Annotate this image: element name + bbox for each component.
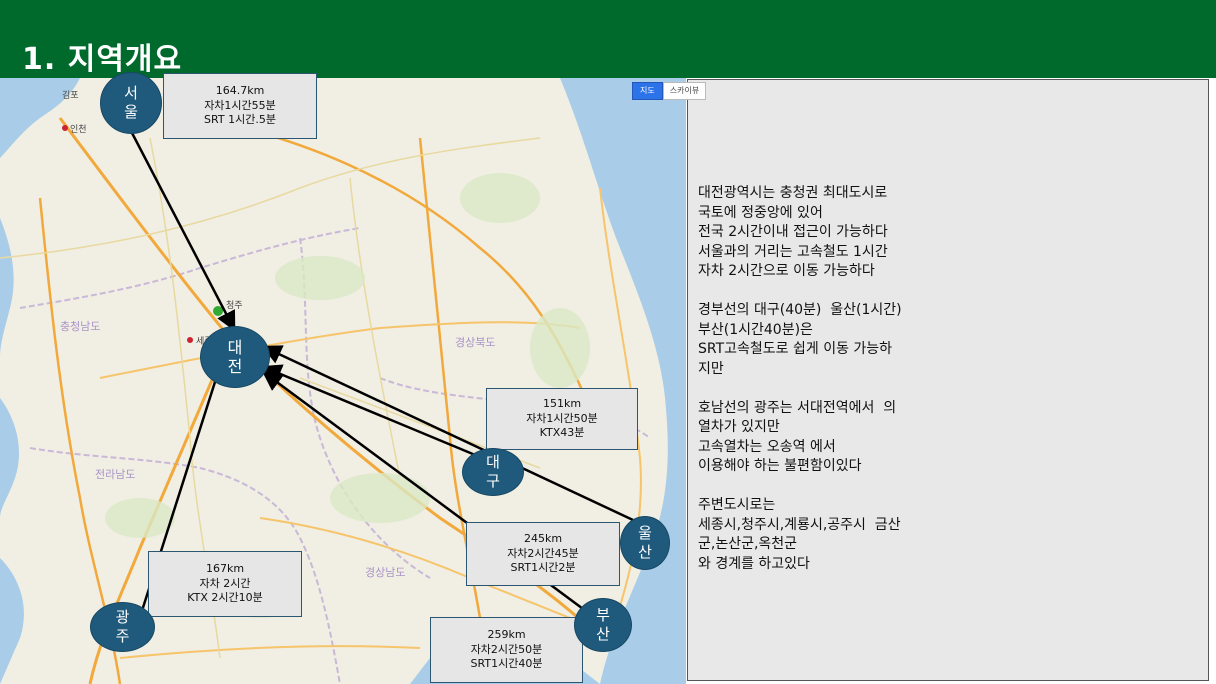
distance-box-daegu: 151km 자차1시간50분 KTX43분 [486,388,638,450]
arrow-seoul-daejeon [129,130,236,332]
arrow-daegu-daejeon [261,364,481,459]
map-view-tabs: 지도 스카이뷰 [632,82,707,100]
distance-box-gwangju: 167km 자차 2시간 KTX 2시간10분 [148,551,302,617]
distance-box-ulsan: 245km 자차2시간45분 SRT1시간2분 [466,522,620,586]
city-marker-busan[interactable]: 부산 [574,598,632,652]
city-marker-ulsan[interactable]: 울산 [620,516,670,570]
distance-box-seoul: 164.7km 자차1시간55분 SRT 1시간.5분 [163,73,317,139]
city-marker-gwangju[interactable]: 광주 [90,602,155,652]
city-marker-seoul[interactable]: 서울 [100,72,162,134]
map-tab[interactable]: 지도 [632,82,663,100]
distance-box-busan: 259km 자차2시간50분 SRT1시간40분 [430,617,583,683]
city-marker-daegu[interactable]: 대구 [462,448,524,496]
city-marker-daejeon[interactable]: 대전 [200,326,270,388]
skyview-tab[interactable]: 스카이뷰 [662,82,707,100]
